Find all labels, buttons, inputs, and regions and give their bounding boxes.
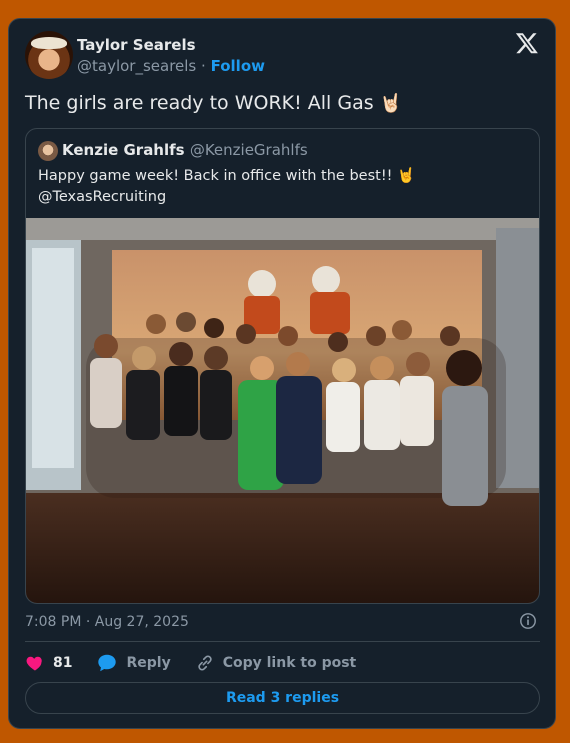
action-bar: 81 Reply Copy link to post — [25, 652, 380, 674]
reply-button[interactable]: Reply — [96, 652, 171, 674]
author-name[interactable]: Taylor Searels — [77, 36, 196, 54]
quoted-author-handle[interactable]: @KenzieGrahlfs — [190, 141, 308, 159]
divider — [25, 641, 540, 642]
handle-separator: · — [201, 57, 206, 75]
read-replies-button[interactable]: Read 3 replies — [25, 682, 540, 714]
quoted-tweet[interactable]: Kenzie Grahlfs @KenzieGrahlfs Happy game… — [25, 128, 540, 604]
tweet-embed-card: Taylor Searels @taylor_searels · Follow … — [8, 18, 556, 729]
quoted-text-mention[interactable]: @TexasRecruiting — [38, 187, 518, 208]
heart-icon — [26, 656, 42, 671]
like-button[interactable]: 81 — [25, 653, 72, 673]
copy-link-label: Copy link to post — [222, 655, 357, 671]
tweet-timestamp[interactable]: 7:08 PM · Aug 27, 2025 — [25, 614, 189, 630]
quoted-author-name[interactable]: Kenzie Grahlfs — [62, 141, 185, 159]
quoted-photo[interactable] — [26, 218, 540, 604]
info-icon[interactable] — [519, 612, 537, 630]
tweet-body: The girls are ready to WORK! All Gas — [25, 92, 374, 114]
tweet-text: The girls are ready to WORK! All Gas 🤘🏻 — [25, 92, 402, 114]
read-replies-label: Read 3 replies — [225, 690, 340, 706]
reply-label: Reply — [126, 655, 171, 671]
x-logo-icon[interactable] — [515, 31, 539, 55]
copy-link-button[interactable]: Copy link to post — [195, 653, 357, 673]
author-handle[interactable]: @taylor_searels — [77, 57, 196, 75]
quoted-text: Happy game week! Back in office with the… — [38, 166, 518, 208]
author-handle-row: @taylor_searels · Follow — [77, 57, 265, 75]
reply-bubble-icon — [98, 654, 117, 672]
quoted-text-line-1: Happy game week! Back in office with the… — [38, 168, 416, 184]
follow-link[interactable]: Follow — [211, 57, 265, 75]
quoted-author-row: Kenzie Grahlfs @KenzieGrahlfs — [62, 141, 308, 159]
rock-hand-emoji: 🤘🏻 — [379, 93, 403, 114]
author-avatar[interactable] — [25, 31, 73, 79]
quoted-author-avatar[interactable] — [38, 141, 58, 161]
link-icon — [198, 655, 212, 671]
like-count: 81 — [53, 655, 73, 671]
